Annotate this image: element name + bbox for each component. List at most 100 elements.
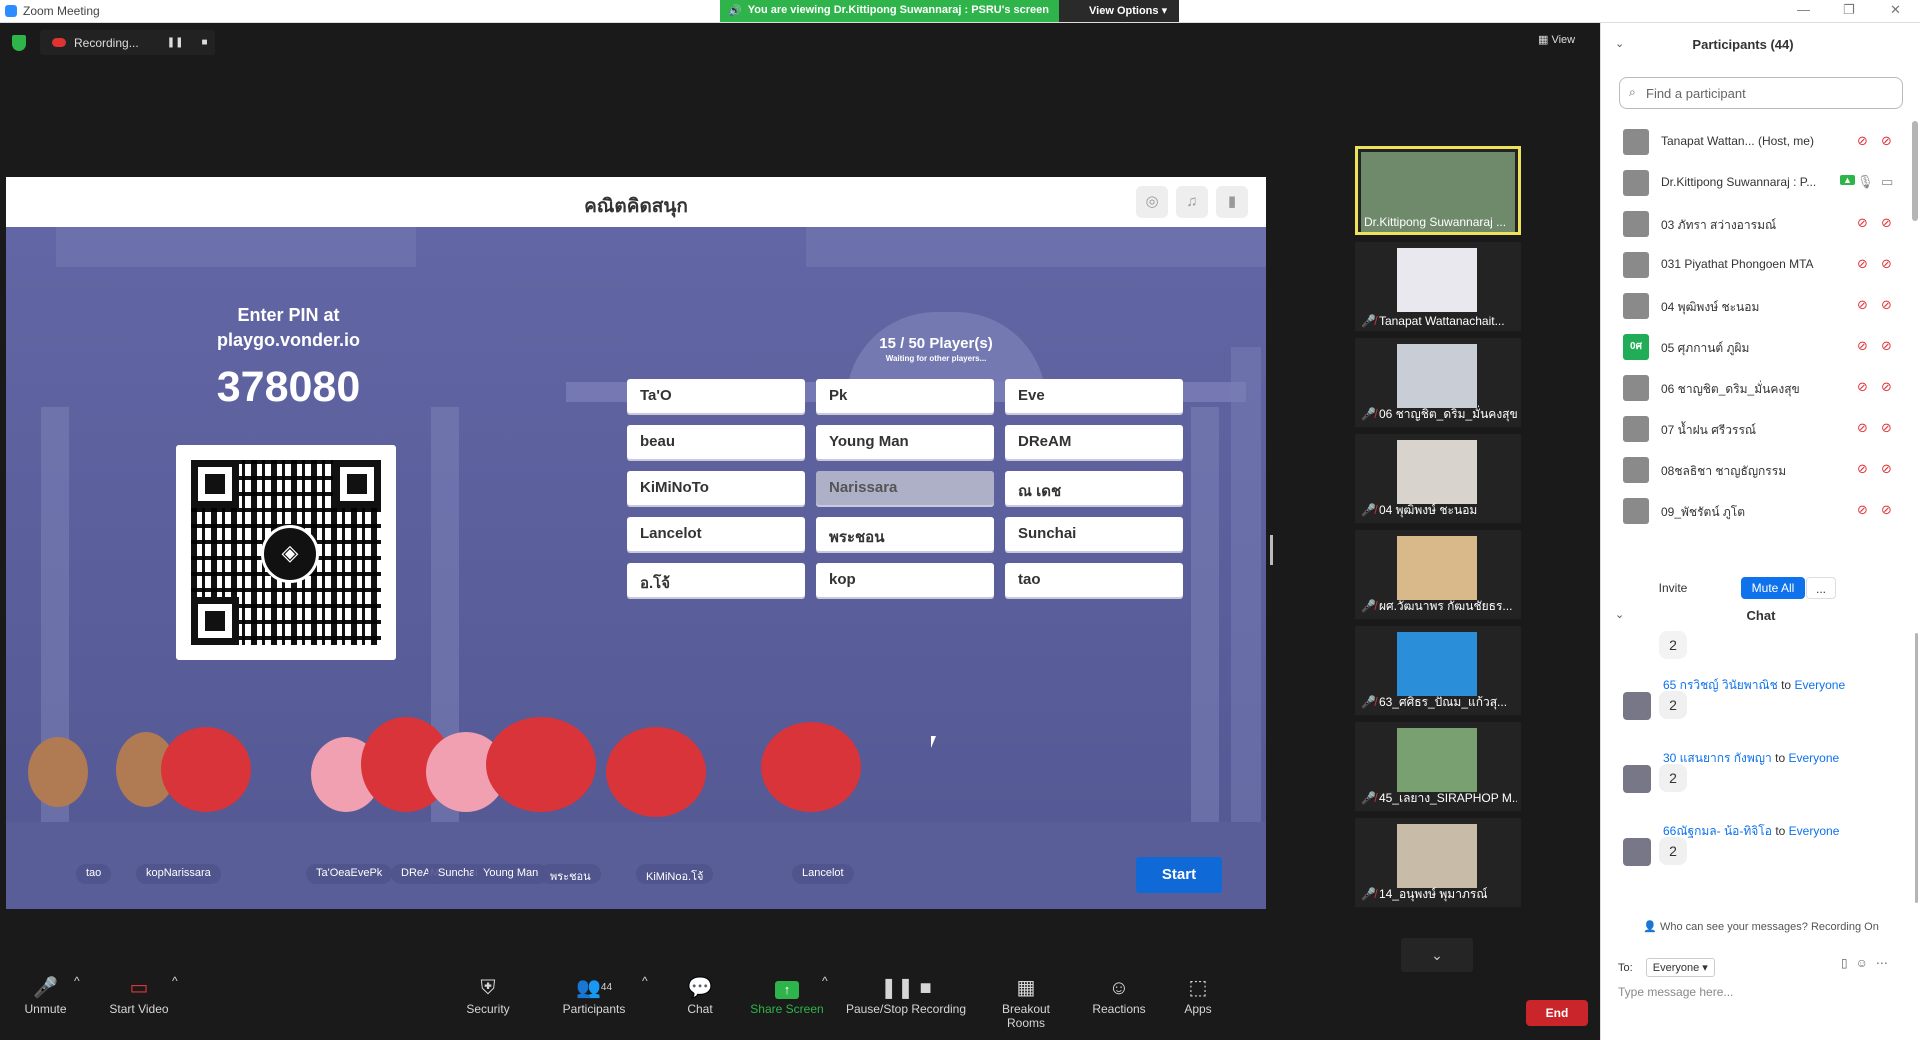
- avatar: [1623, 293, 1649, 319]
- encryption-shield-icon[interactable]: [12, 35, 26, 51]
- video-options-caret-icon[interactable]: ^: [172, 974, 178, 988]
- view-options-button[interactable]: View Options ▾: [1059, 0, 1180, 22]
- minimize-icon[interactable]: —: [1797, 2, 1810, 17]
- sharing-indicator-icon: ▲: [1840, 175, 1855, 185]
- music-icon[interactable]: ♫: [1176, 186, 1208, 218]
- close-icon[interactable]: ✕: [1890, 2, 1901, 18]
- globe-icon[interactable]: ◎: [1136, 186, 1168, 218]
- participant-row[interactable]: 08ชลธิชา ชาญธัญกรรม ⊘ ⊘: [1601, 449, 1911, 490]
- pin-box: Enter PIN at playgo.vonder.io 378080: [166, 305, 411, 412]
- participant-row[interactable]: 09_พัชรัตน์ ภูโต ⊘ ⊘: [1601, 490, 1911, 531]
- side-panel: ⌄ Participants (44) ⌕ Find a participant…: [1600, 23, 1920, 1040]
- emoji-icon[interactable]: ☺: [1856, 956, 1876, 970]
- apps-button[interactable]: ⬚ Apps: [1182, 974, 1214, 1016]
- video-thumbnail[interactable]: 🎤̸ 14_อนุพงษ์ พุมาภรณ์: [1355, 818, 1521, 907]
- participant-row[interactable]: 03 ภัทรา สว่างอารมณ์ ⊘ ⊘: [1601, 203, 1911, 244]
- qr-code: ◈: [176, 445, 396, 660]
- participant-row[interactable]: 06 ชาญชิต_ดริม_มั่นคงสุข ⊘ ⊘: [1601, 367, 1911, 408]
- book-icon[interactable]: ▮: [1216, 186, 1248, 218]
- start-button[interactable]: Start: [1136, 857, 1222, 893]
- more-options-button[interactable]: ...: [1806, 577, 1836, 599]
- chat-sender: 30 แสนยากร กังพญา to Everyone: [1663, 751, 1840, 765]
- mute-all-button[interactable]: Mute All: [1741, 577, 1805, 599]
- participant-search-placeholder: Find a participant: [1646, 86, 1746, 101]
- video-thumbnail[interactable]: 🎤̸ Tanapat Wattanachait...: [1355, 242, 1521, 331]
- thumbnail-name: 🎤̸ ผศ.วัฒนาพร กัฒนชัยธร...: [1361, 599, 1513, 613]
- muted-mic-icon: ⊘: [1857, 338, 1868, 353]
- chat-button[interactable]: 💬 Chat: [683, 974, 717, 1016]
- participant-name: Tanapat Wattan... (Host, me): [1661, 134, 1814, 148]
- pause-recording-icon[interactable]: ❚❚: [167, 37, 184, 48]
- chat-text: 2: [1659, 837, 1687, 865]
- video-thumbnail[interactable]: 🎤̸ 63_ศศิธร_ปัณม_แก้วสุ...: [1355, 626, 1521, 715]
- video-thumbnail[interactable]: Dr.Kittipong Suwannaraj ...: [1355, 146, 1521, 235]
- restore-icon[interactable]: ❐: [1843, 2, 1855, 18]
- video-thumbnail[interactable]: 🎤̸ ผศ.วัฒนาพร กัฒนชัยธร...: [1355, 530, 1521, 619]
- video-thumbnail[interactable]: 🎤̸ 45_เลยาง_SIRAPHOP M...: [1355, 722, 1521, 811]
- share-options-caret-icon[interactable]: ^: [822, 974, 828, 988]
- split-divider[interactable]: [1270, 535, 1273, 565]
- participant-name: 03 ภัทรา สว่างอารมณ์: [1661, 218, 1777, 232]
- participant-search-input[interactable]: ⌕ Find a participant: [1619, 77, 1903, 109]
- reactions-button[interactable]: ☺ Reactions: [1092, 974, 1146, 1016]
- thumbnail-name: 🎤̸ 45_เลยาง_SIRAPHOP M...: [1361, 791, 1517, 805]
- video-thumbnail[interactable]: 🎤̸ 06 ชาญชิต_ดริม_มั่นคงสุข: [1355, 338, 1521, 427]
- participants-caret-icon[interactable]: ^: [642, 974, 648, 988]
- share-screen-button[interactable]: ↑ Share Screen: [750, 974, 824, 1016]
- avatar: [1623, 375, 1649, 401]
- thumbnail-name: 🎤̸ 04 พุฒิพงษ์ ชะนอม: [1361, 503, 1478, 517]
- people-icon: 👥: [575, 977, 601, 999]
- waiting-label: Waiting for other players...: [885, 354, 987, 363]
- participants-button[interactable]: 👥44 Participants: [559, 974, 629, 1016]
- who-can-see-link[interactable]: 👤 Who can see your messages? Recording O…: [1601, 920, 1920, 933]
- video-thumbnail[interactable]: 🎤̸ 04 พุฒิพงษ์ ชะนอม: [1355, 434, 1521, 523]
- participants-scrollbar[interactable]: [1912, 121, 1918, 221]
- avatar: [1623, 457, 1649, 483]
- avatar: [1623, 416, 1649, 442]
- avatar: [1623, 170, 1649, 196]
- participant-row[interactable]: 0ศ 05 ศุภกานต์ ภูผิม ⊘ ⊘: [1601, 326, 1911, 367]
- unmute-button[interactable]: 🎤 Unmute: [18, 974, 73, 1016]
- breakout-rooms-button[interactable]: ▦ Breakout Rooms: [982, 974, 1070, 1030]
- chat-input[interactable]: Type message here...: [1618, 985, 1733, 999]
- video-off-icon: ⊘: [1881, 502, 1892, 517]
- chat-scrollbar[interactable]: [1915, 633, 1918, 903]
- smiley-icon: ☺: [1108, 977, 1130, 999]
- recipient-dropdown[interactable]: Everyone ▾: [1645, 958, 1715, 977]
- game-pin: 378080: [216, 363, 361, 411]
- video-off-icon: ⊘: [1881, 215, 1892, 230]
- participant-row[interactable]: Tanapat Wattan... (Host, me) ⊘ ⊘: [1601, 121, 1911, 162]
- participant-row[interactable]: Dr.Kittipong Suwannaraj : P... ▲ 🎙 ▭: [1601, 162, 1911, 203]
- pause-stop-recording-button[interactable]: ❚❚ ■ Pause/Stop Recording: [845, 974, 967, 1016]
- thumbnails-next-button[interactable]: ⌄: [1401, 938, 1473, 972]
- player-name-cell: ณ เดช: [1005, 471, 1183, 505]
- chat-bubble-icon: 💬: [687, 977, 713, 999]
- share-banner-message: You are viewing Dr.Kittipong Suwannaraj …: [747, 4, 1050, 16]
- muted-mic-icon: 🎤̸: [1361, 314, 1376, 328]
- participants-title: Participants (44): [1692, 37, 1794, 52]
- audio-options-caret-icon[interactable]: ^: [74, 974, 80, 988]
- security-shield-icon: ⛨: [480, 977, 496, 999]
- participant-row[interactable]: 07 น้ำฝน ศรีวรรณ์ ⊘ ⊘: [1601, 408, 1911, 449]
- avatar: [1623, 252, 1649, 278]
- security-button[interactable]: ⛨ Security: [462, 974, 514, 1016]
- participant-video: [1397, 536, 1477, 600]
- end-meeting-button[interactable]: End: [1526, 1000, 1588, 1026]
- shared-screen[interactable]: คณิตคิดสนุก ◎ ♫ ▮ Enter PIN at playgo.vo…: [6, 177, 1266, 909]
- participant-row[interactable]: 031 Piyathat Phongoen MTA ⊘ ⊘: [1601, 244, 1911, 285]
- mouse-cursor-icon: [931, 736, 936, 748]
- chat-text: 2: [1659, 764, 1687, 792]
- view-button[interactable]: ▦ View: [1538, 33, 1575, 46]
- file-icon[interactable]: ▯: [1841, 956, 1856, 970]
- player-name-cell: พระชอน: [816, 517, 994, 551]
- participant-row[interactable]: 04 พุฒิพงษ์ ชะนอม ⊘ ⊘: [1601, 285, 1911, 326]
- video-off-icon: ▭: [129, 977, 149, 999]
- stop-recording-icon[interactable]: ■: [201, 37, 207, 48]
- invite-button[interactable]: Invite: [1653, 577, 1693, 599]
- start-video-button[interactable]: ▭ Start Video: [106, 974, 172, 1016]
- player-name-cell: tao: [1005, 563, 1183, 597]
- participant-name: 04 พุฒิพงษ์ ชะนอม: [1661, 300, 1760, 314]
- more-icon[interactable]: ⋯: [1876, 956, 1896, 970]
- muted-mic-icon: 🎤̸: [1361, 695, 1376, 709]
- share-arrow-icon: ↑: [775, 981, 799, 999]
